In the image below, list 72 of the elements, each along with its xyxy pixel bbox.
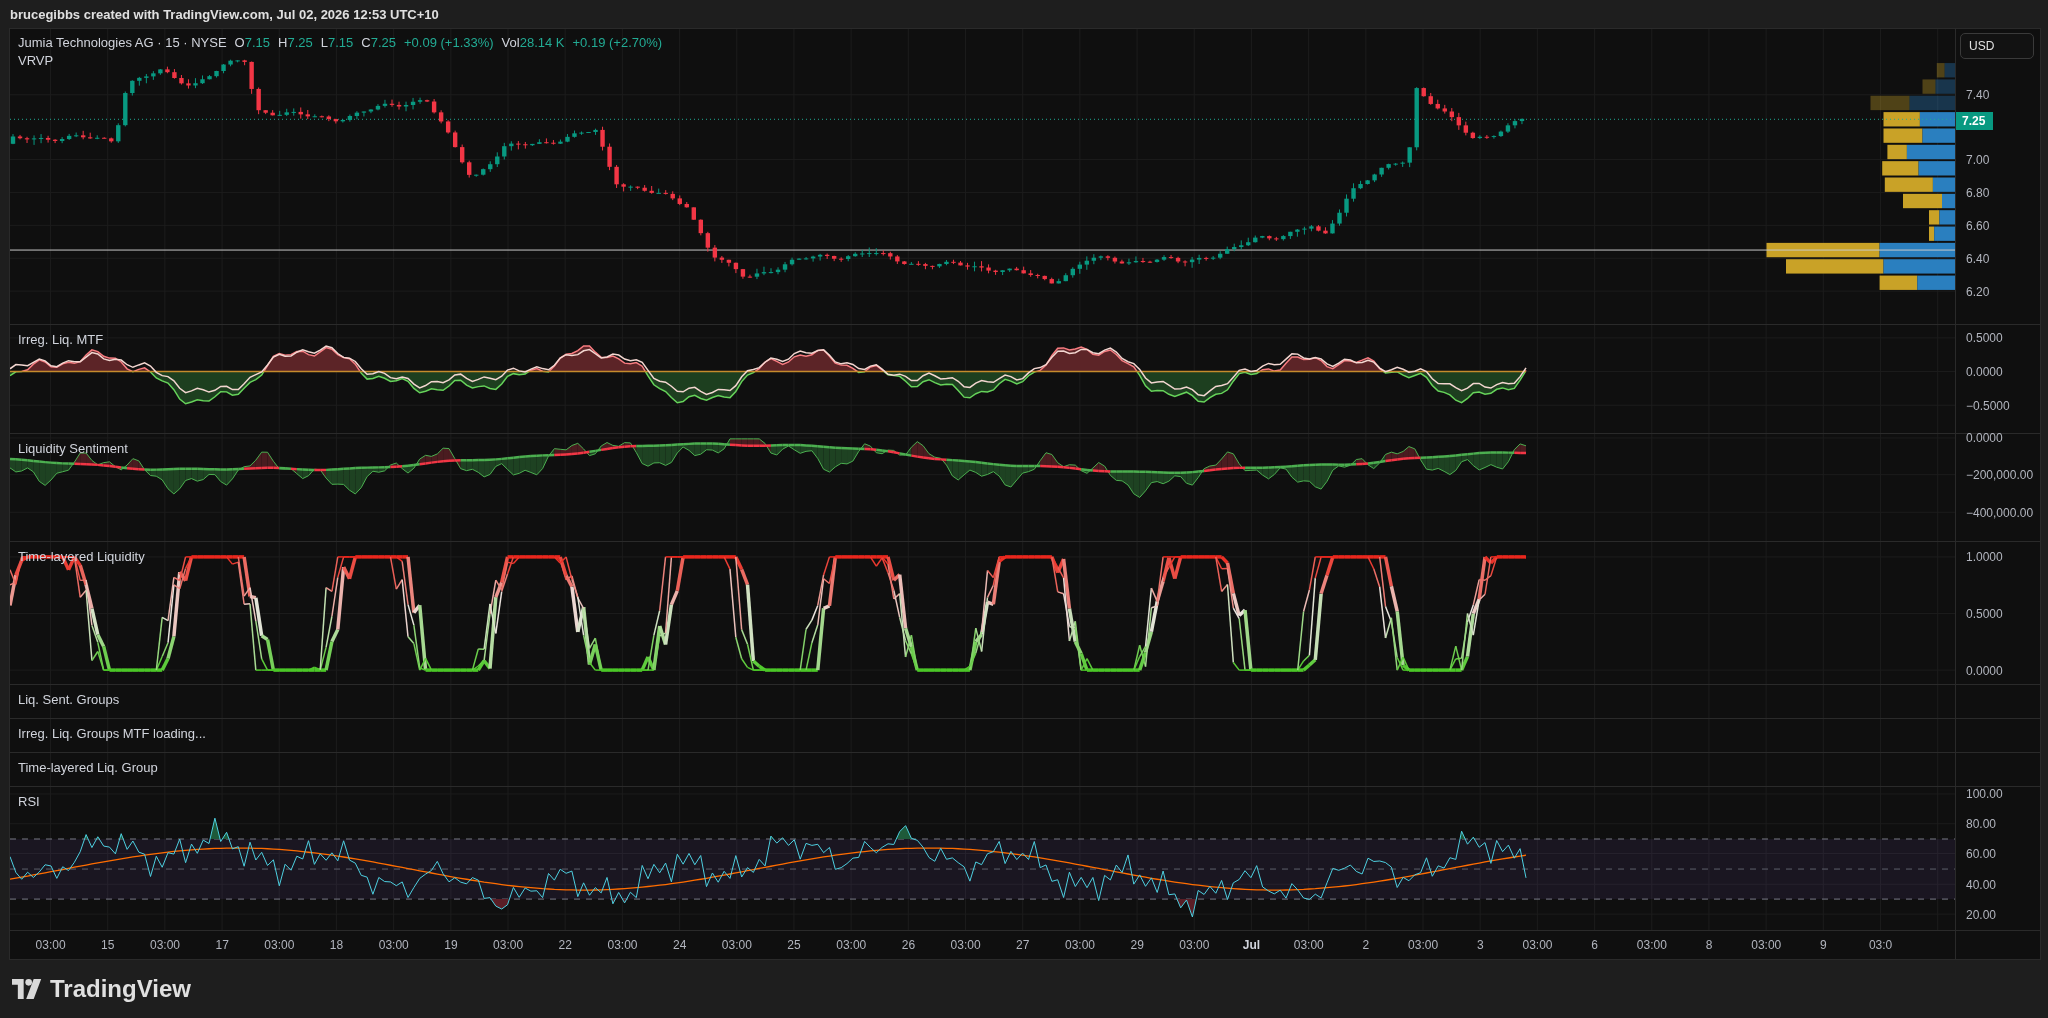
time-label: 27 [1016, 938, 1030, 952]
axis-label: −0.5000 [1966, 399, 2010, 413]
time-label: 03:00 [1751, 938, 1782, 952]
time-label: 03:00 [836, 938, 867, 952]
brand-name: TradingView [50, 975, 191, 1003]
time-label: 03:00 [1636, 938, 1667, 952]
ohlc-value: C7.25 [361, 35, 396, 50]
axis-label: 7.40 [1966, 88, 1990, 102]
time-label: 03:00 [607, 938, 638, 952]
time-label: 24 [672, 938, 687, 952]
axis-label: 100.00 [1966, 787, 2003, 801]
axis-label: 0.0000 [1966, 431, 2003, 445]
time-label: 03:00 [950, 938, 981, 952]
time-label: Jul [1242, 938, 1261, 952]
time-label: 03:00 [721, 938, 752, 952]
time-label: 03:00 [149, 938, 180, 952]
ohlc-value: L7.15 [320, 35, 354, 50]
indicator-title: Liq. Sent. Groups [18, 692, 120, 707]
axis-label: 6.60 [1966, 219, 1990, 233]
volume-change: +0.19 (+2.70%) [572, 35, 663, 50]
time-label: 15 [101, 938, 115, 952]
time-label: 03:00 [1522, 938, 1553, 952]
axis-label: 60.00 [1966, 847, 1997, 861]
time-label: 03:00 [493, 938, 524, 952]
time-label: 19 [444, 938, 458, 952]
volume-value: Vol28.14 K [501, 35, 565, 50]
axis-label: 6.80 [1966, 186, 1990, 200]
time-label: 29 [1130, 938, 1144, 952]
axis-label: 6.20 [1966, 285, 1990, 299]
chart-caption: brucegibbs created with TradingView.com, Jul 02, 2026 12:53 UTC+10 [10, 6, 439, 22]
time-label: 03:00 [264, 938, 295, 952]
axis-label: 0.5000 [1966, 331, 2003, 345]
indicator-title: VRVP [18, 53, 54, 68]
time-label: 9 [1820, 938, 1827, 952]
time-label: 03:00 [1064, 938, 1095, 952]
time-label: 03:00 [1179, 938, 1210, 952]
axis-label: 6.40 [1966, 252, 1990, 266]
indicator-title: Irreg. Liq. Groups MTF loading... [18, 726, 206, 741]
last-price-tag: 7.25 [1956, 112, 1994, 130]
time-label: 03:00 [1408, 938, 1439, 952]
axis-label: 20.00 [1966, 908, 1997, 922]
axis-label: 40.00 [1966, 878, 1997, 892]
indicator-title: Time-layered Liq. Group [18, 760, 158, 775]
time-label: 22 [558, 938, 572, 952]
axis-label: 0.5000 [1966, 607, 2003, 621]
axis-label: 7.00 [1966, 153, 1990, 167]
price-change: +0.09 (+1.33%) [404, 35, 494, 50]
symbol-name: Jumia Technologies AG · 15 · NYSE [18, 35, 227, 50]
axis-label: 0.0000 [1966, 664, 2003, 678]
axis-label: −200,000.00 [1966, 468, 2034, 482]
time-label: 8 [1705, 938, 1713, 952]
indicator-title: Irreg. Liq. MTF [18, 332, 104, 347]
time-label: 6 [1591, 938, 1598, 952]
time-label: 18 [329, 938, 344, 952]
time-label: 03:00 [35, 938, 66, 952]
axis-label: −400,000.00 [1966, 506, 2034, 520]
indicator-title: RSI [18, 794, 40, 809]
ohlc-value: H7.25 [278, 35, 313, 50]
time-label: 3 [1476, 938, 1484, 952]
time-label: 2 [1362, 938, 1370, 952]
time-label: 03:00 [378, 938, 409, 952]
ohlc-value: O7.15 [234, 35, 271, 50]
axis-label: 1.0000 [1966, 550, 2003, 564]
indicator-title: Liquidity Sentiment [18, 441, 128, 456]
time-label: 26 [901, 938, 916, 952]
time-label: 03:0 [1868, 938, 1893, 952]
time-label: 03:00 [1293, 938, 1324, 952]
time-label: 25 [787, 938, 801, 952]
axis-label: 0.0000 [1966, 365, 2003, 379]
axis-label: 80.00 [1966, 817, 1997, 831]
currency-button[interactable]: USD [1960, 33, 2034, 59]
time-label: 17 [215, 938, 229, 952]
